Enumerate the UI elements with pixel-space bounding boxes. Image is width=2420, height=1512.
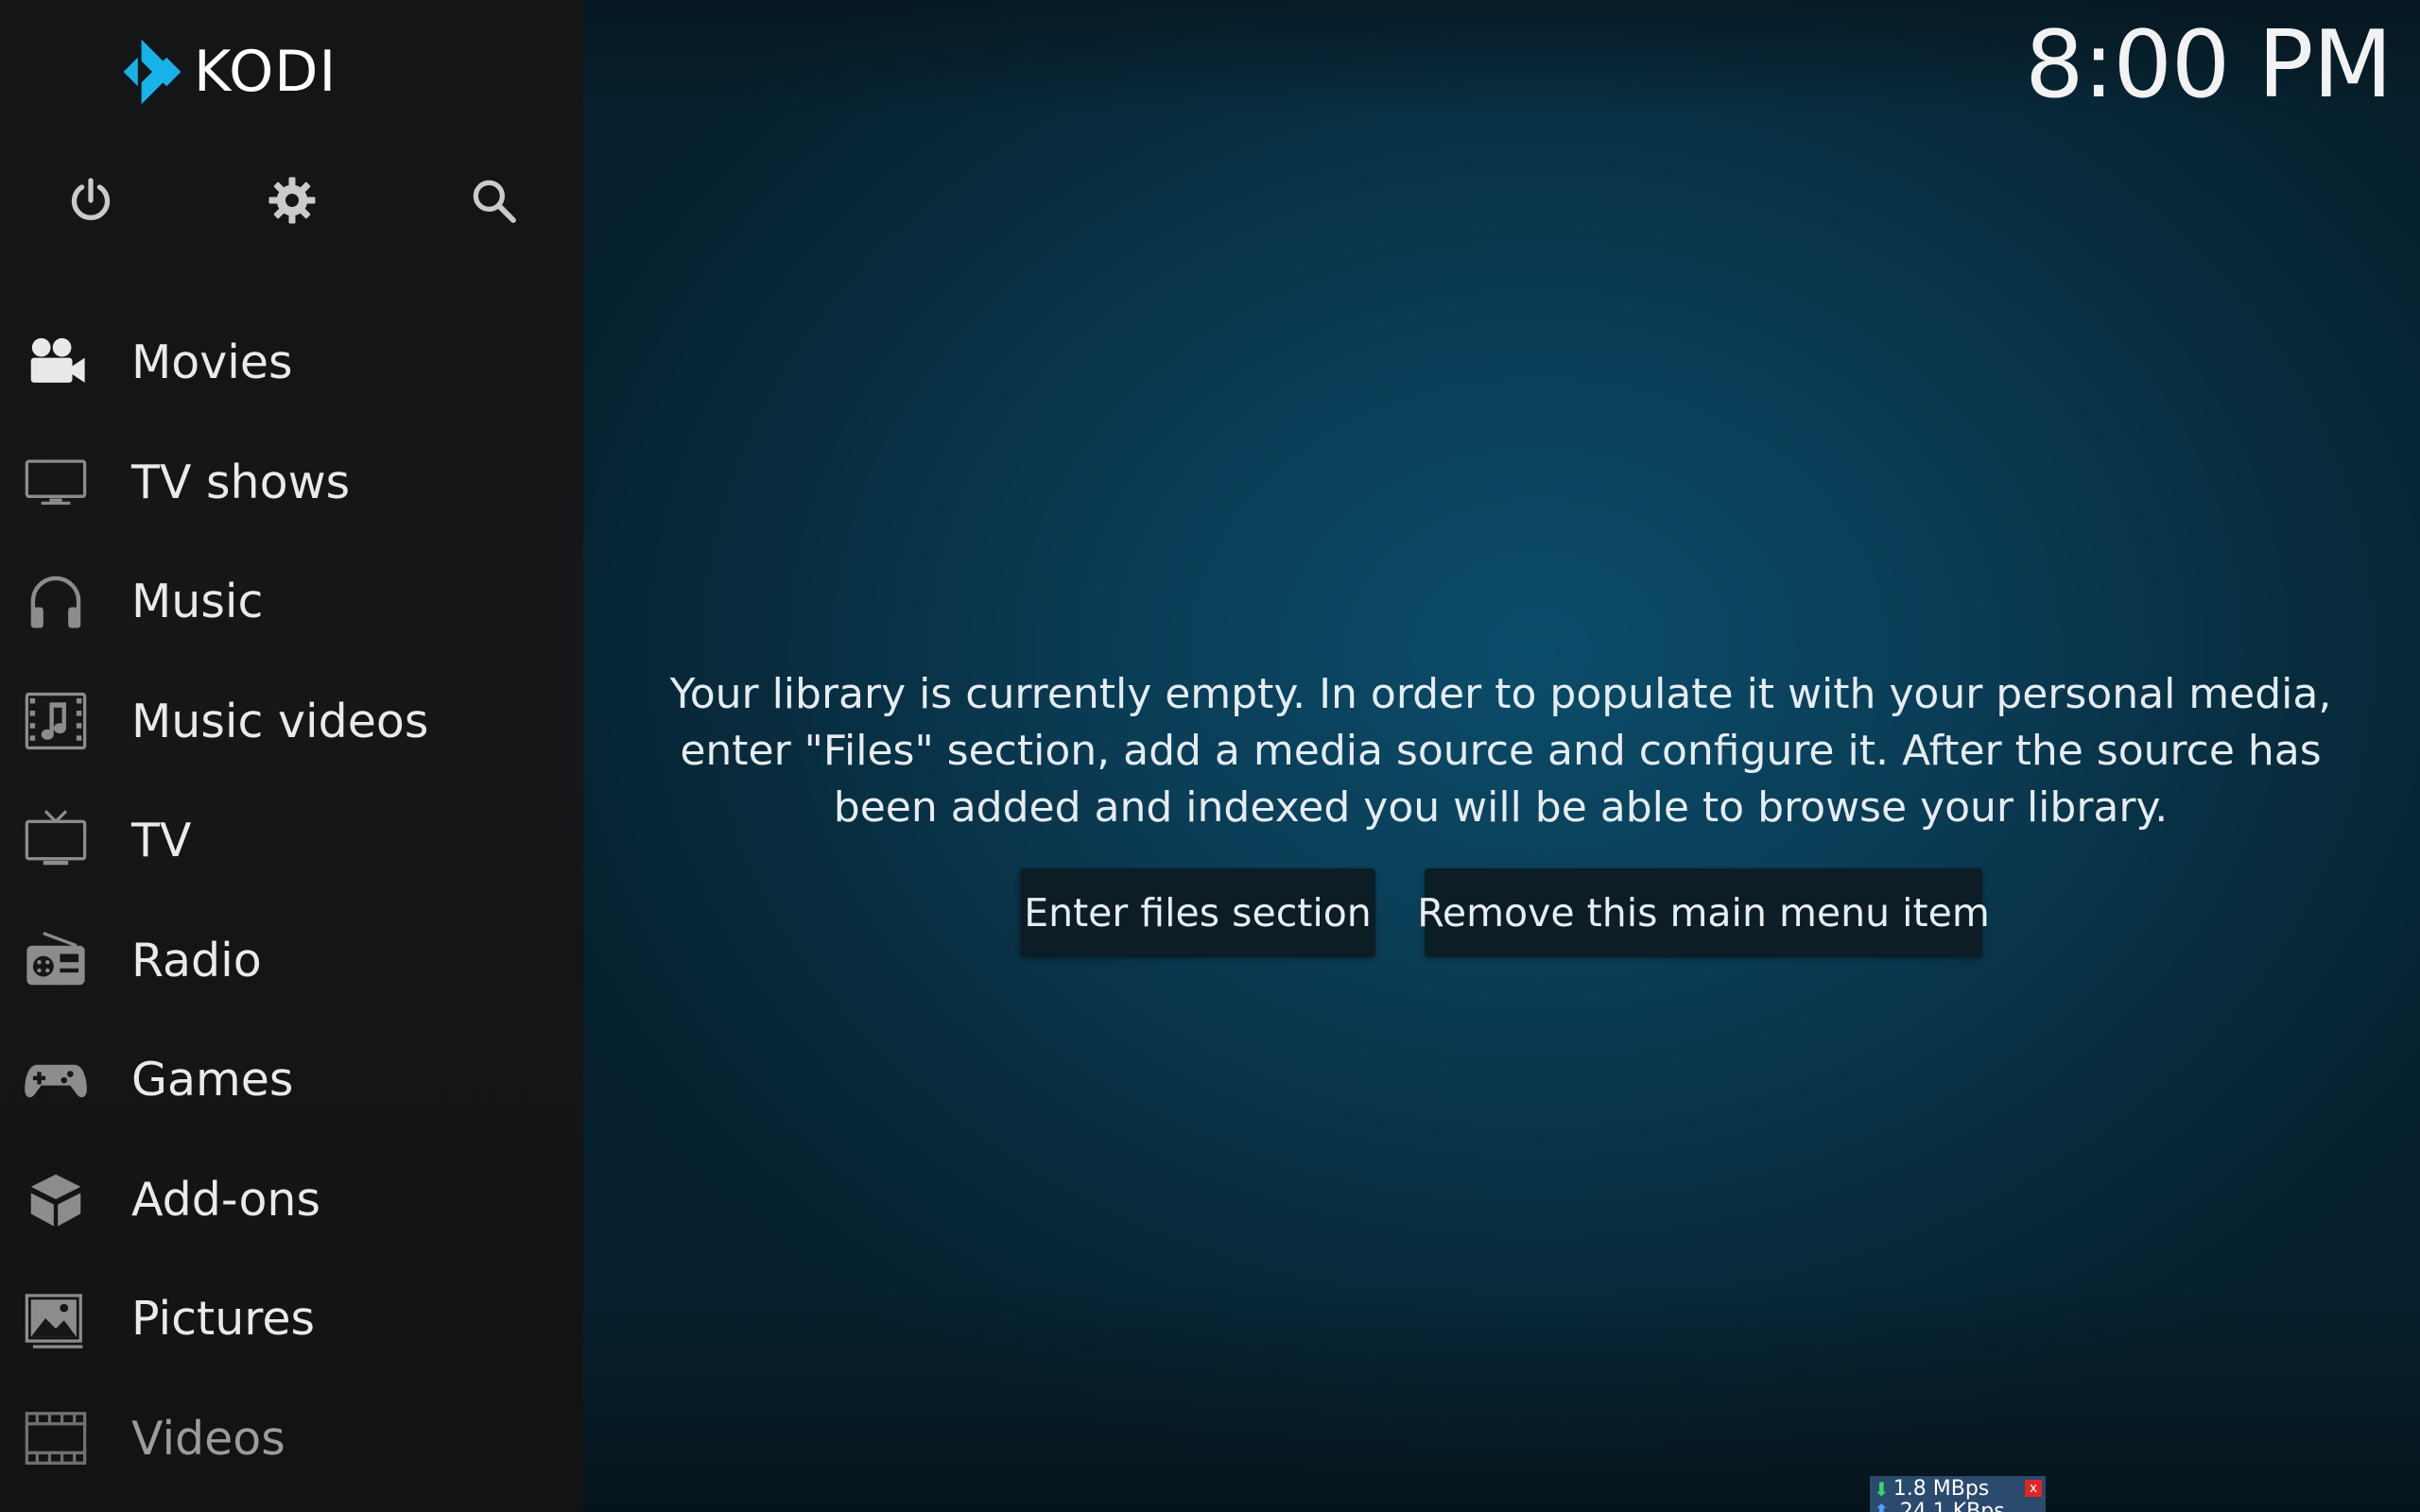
- sidebar-item-label: Games: [131, 1052, 294, 1107]
- settings-button[interactable]: [264, 172, 320, 229]
- clock: 8:00 PM: [2025, 11, 2393, 119]
- sidebar-item-label: Music: [131, 574, 264, 628]
- movies-icon: [21, 327, 91, 397]
- addons-icon: [21, 1164, 91, 1234]
- enter-files-section-button[interactable]: Enter files section: [1020, 868, 1375, 957]
- power-icon: [71, 178, 111, 220]
- sidebar-item-music[interactable]: Music: [0, 541, 583, 661]
- sidebar-item-label: Videos: [131, 1411, 285, 1466]
- top-icon-bar: [0, 172, 583, 229]
- upload-arrow-icon: ⬆: [1874, 1500, 1890, 1512]
- tv-icon: [21, 805, 91, 875]
- settings-icon: [268, 177, 316, 224]
- search-icon: [473, 180, 516, 223]
- radio-icon: [21, 925, 91, 995]
- sidebar-item-label: Music videos: [131, 694, 429, 748]
- sidebar-item-videos[interactable]: Videos: [0, 1379, 583, 1498]
- sidebar-item-label: TV shows: [131, 455, 351, 509]
- sidebar-item-label: Radio: [131, 933, 262, 988]
- power-button[interactable]: [62, 172, 119, 229]
- remove-main-menu-item-button[interactable]: Remove this main menu item: [1417, 868, 1990, 957]
- kodi-logo-text: KODI: [194, 39, 337, 105]
- sidebar-item-games[interactable]: Games: [0, 1020, 583, 1139]
- sidebar-item-pictures[interactable]: Pictures: [0, 1259, 583, 1378]
- network-speed-widget[interactable]: ⬇ 1.8 MBps ⬆ 24.1 KBps x: [1870, 1476, 2046, 1512]
- kodi-logo[interactable]: KODI: [116, 36, 337, 108]
- music-icon: [21, 566, 91, 636]
- sidebar-item-label: TV: [131, 813, 192, 868]
- upload-speed-value: 24.1 KBps: [1899, 1500, 2005, 1512]
- videos-icon: [21, 1403, 91, 1473]
- games-icon: [21, 1044, 91, 1114]
- search-button[interactable]: [465, 172, 522, 229]
- download-arrow-icon: ⬇: [1874, 1477, 1890, 1501]
- sidebar-item-label: Add-ons: [131, 1172, 321, 1227]
- close-widget-button[interactable]: x: [2025, 1480, 2042, 1497]
- sidebar-item-addons[interactable]: Add-ons: [0, 1140, 583, 1259]
- music-videos-icon: [21, 686, 91, 756]
- sidebar-item-movies[interactable]: Movies: [0, 302, 583, 421]
- sidebar-item-label: Movies: [131, 335, 293, 389]
- kodi-home-screen: KODI Movies TV shows Music Music videos …: [0, 0, 2420, 1512]
- sidebar-item-tv-shows[interactable]: TV shows: [0, 422, 583, 541]
- download-speed: ⬇ 1.8 MBps: [1874, 1477, 1989, 1501]
- pictures-icon: [21, 1283, 91, 1353]
- sidebar: KODI Movies TV shows Music Music videos …: [0, 0, 583, 1512]
- sidebar-item-label: Pictures: [131, 1291, 316, 1346]
- sidebar-item-radio[interactable]: Radio: [0, 901, 583, 1020]
- tv-shows-icon: [21, 447, 91, 517]
- sidebar-item-music-videos[interactable]: Music videos: [0, 662, 583, 781]
- bottom-shade: [583, 1285, 2420, 1512]
- download-speed-value: 1.8 MBps: [1893, 1477, 1990, 1501]
- upload-speed: ⬆ 24.1 KBps: [1874, 1500, 2005, 1512]
- sidebar-item-tv[interactable]: TV: [0, 781, 583, 900]
- kodi-logo-icon: [123, 39, 182, 105]
- empty-library-message: Your library is currently empty. In orde…: [669, 670, 2332, 832]
